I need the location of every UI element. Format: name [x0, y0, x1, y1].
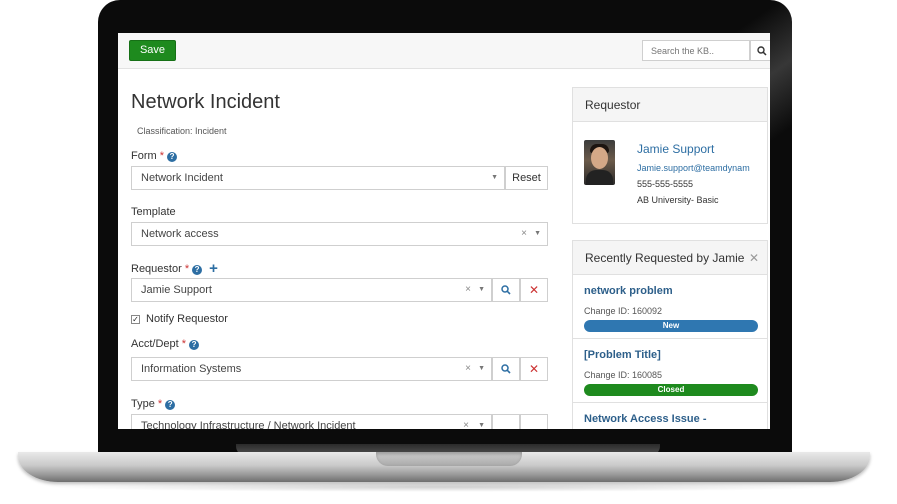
close-icon[interactable]: ✕: [749, 241, 759, 275]
requestor-clear-button[interactable]: ✕: [520, 278, 548, 302]
chevron-down-icon: ▼: [478, 365, 485, 372]
recent-item-title[interactable]: Network Access Issue -: [584, 413, 706, 425]
page-title: Network Incident: [131, 91, 280, 113]
search-icon: [757, 46, 767, 56]
template-select[interactable]: Network access × ▼: [131, 222, 548, 246]
requestor-select[interactable]: Jamie Support × ▼: [131, 278, 492, 302]
recent-item-id: Change ID: 160085: [584, 370, 663, 380]
type-label: Type *?: [131, 398, 176, 410]
form-select[interactable]: Network Incident ▼: [131, 166, 505, 190]
search-icon: [501, 364, 511, 374]
list-item[interactable]: Network Access Issue -: [573, 403, 767, 429]
laptop-mockup: Save Network Incident Classification: In…: [0, 0, 897, 504]
requestor-phone: 555-555-5555: [637, 179, 694, 189]
close-icon: ✕: [528, 283, 540, 297]
app-screen: Save Network Incident Classification: In…: [118, 33, 770, 429]
add-requestor-icon[interactable]: +: [209, 261, 218, 276]
status-badge: Closed: [584, 384, 758, 396]
requestor-search-button[interactable]: [492, 278, 520, 302]
requestor-label: Requestor *? +: [131, 260, 218, 277]
recent-item-id: Change ID: 160092: [584, 306, 663, 316]
requestor-panel-title: Requestor: [573, 88, 767, 122]
kb-search-button[interactable]: [750, 40, 770, 61]
requestor-name-link[interactable]: Jamie Support: [637, 142, 714, 156]
acct-label: Acct/Dept *?: [131, 338, 200, 350]
incident-form: Network Incident Classification: Inciden…: [118, 70, 563, 429]
chevron-down-icon: ▼: [478, 286, 485, 293]
close-icon: ✕: [528, 362, 540, 376]
clear-icon[interactable]: ×: [465, 279, 471, 301]
help-icon[interactable]: ?: [165, 400, 176, 410]
help-icon[interactable]: ?: [167, 152, 178, 162]
clear-icon[interactable]: ×: [521, 223, 527, 245]
clear-icon[interactable]: ×: [461, 415, 471, 429]
checkbox-icon[interactable]: ✓: [131, 315, 140, 324]
chevron-down-icon: ▼: [534, 230, 541, 237]
type-search-button[interactable]: [492, 414, 520, 429]
form-label: Form *?: [131, 150, 178, 162]
requestor-panel: Requestor Jamie Support Jamie.support@te…: [572, 87, 768, 224]
chevron-down-icon: ▼: [478, 415, 485, 429]
notify-requestor-checkbox[interactable]: ✓ Notify Requestor: [131, 313, 228, 325]
toolbar: Save: [118, 33, 770, 69]
requestor-email-link[interactable]: Jamie.support@teamdynam: [637, 163, 750, 173]
classification-text: Classification: Incident: [137, 126, 227, 136]
help-icon[interactable]: ?: [192, 265, 203, 275]
recent-panel-title: Recently Requested by Jamie ✕: [573, 241, 767, 275]
clear-icon[interactable]: ×: [465, 358, 471, 380]
template-label: Template: [131, 206, 176, 218]
save-button[interactable]: Save: [129, 40, 176, 61]
reset-button[interactable]: Reset: [505, 166, 548, 190]
help-icon[interactable]: ?: [189, 340, 200, 350]
list-item[interactable]: network problem Change ID: 160092 New: [573, 275, 767, 339]
requestor-org: AB University- Basic: [637, 195, 719, 205]
status-badge: New: [584, 320, 758, 332]
recent-requests-panel: Recently Requested by Jamie ✕ network pr…: [572, 240, 768, 429]
kb-search-input[interactable]: [642, 40, 750, 61]
avatar: [584, 140, 615, 185]
recent-item-title[interactable]: network problem: [584, 285, 673, 297]
type-clear-button[interactable]: [520, 414, 548, 429]
search-icon: [501, 285, 511, 295]
list-item[interactable]: [Problem Title] Change ID: 160085 Closed: [573, 339, 767, 403]
laptop-notch: [376, 452, 522, 466]
acct-search-button[interactable]: [492, 357, 520, 381]
chevron-down-icon: ▼: [491, 174, 498, 181]
recent-item-title[interactable]: [Problem Title]: [584, 349, 661, 361]
acct-clear-button[interactable]: ✕: [520, 357, 548, 381]
acct-select[interactable]: Information Systems × ▼: [131, 357, 492, 381]
type-select[interactable]: Technology Infrastructure / Network Inci…: [131, 414, 492, 429]
